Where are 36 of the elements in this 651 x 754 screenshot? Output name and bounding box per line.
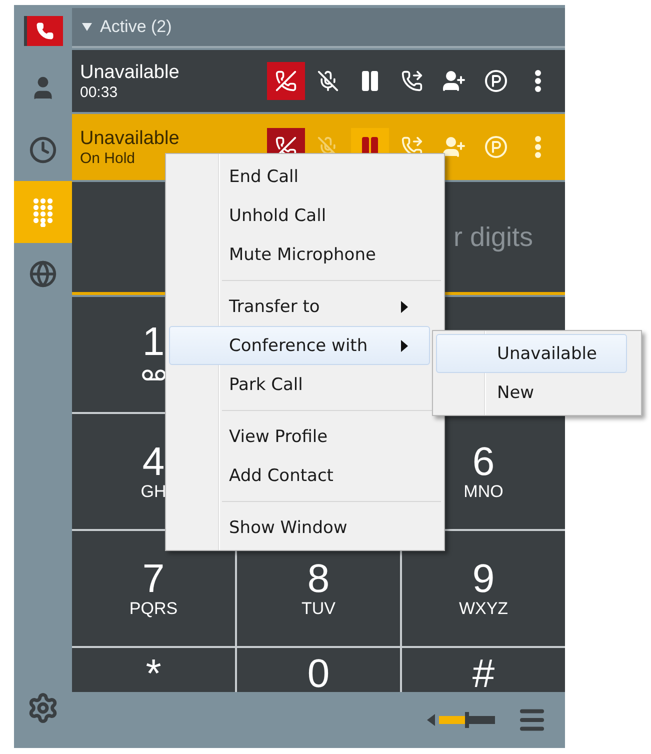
hang-up-icon <box>275 70 297 92</box>
dialpad-tab[interactable] <box>14 181 72 243</box>
call-status: 00:33 <box>80 84 119 100</box>
submenu-arrow-icon <box>401 300 409 312</box>
more-icon <box>535 136 541 158</box>
menu-item[interactable]: Unhold Call <box>169 196 430 235</box>
speaker-icon <box>427 714 435 726</box>
phone-forward-icon <box>401 70 423 92</box>
caller-name: Unavailable <box>80 128 180 150</box>
dial-key[interactable]: # <box>402 648 565 692</box>
hang-up-button[interactable] <box>267 62 305 100</box>
settings-icon <box>27 692 59 724</box>
phone-icon <box>36 22 54 40</box>
menu-item[interactable]: New <box>436 373 627 412</box>
call-status: On Hold <box>80 150 136 166</box>
caller-name: Unavailable <box>80 62 180 84</box>
parking-icon <box>484 69 508 93</box>
menu-item[interactable]: Mute Microphone <box>169 235 430 274</box>
submenu-arrow-icon <box>401 340 409 352</box>
globe-icon <box>29 260 57 288</box>
clock-icon <box>29 136 57 164</box>
dialpad-icon <box>32 197 54 227</box>
menu-item[interactable]: Conference with <box>169 326 430 365</box>
call-group-title: Active (2) <box>100 17 172 37</box>
dial-key[interactable]: * <box>72 648 235 692</box>
dial-key[interactable]: 9 WXYZ <box>402 531 565 646</box>
add-person-icon <box>442 69 466 93</box>
menu-item[interactable]: Unavailable <box>436 334 627 373</box>
mic-off-icon <box>317 70 339 92</box>
more-icon <box>535 70 541 92</box>
dial-placeholder: r digits <box>453 222 533 252</box>
parking-icon <box>484 135 508 159</box>
call-group-header[interactable]: Active (2) <box>72 8 565 48</box>
call-row[interactable]: Unavailable 00:33 <box>72 50 565 112</box>
dial-key[interactable]: 0 <box>237 648 400 692</box>
add-person-icon <box>442 135 466 159</box>
